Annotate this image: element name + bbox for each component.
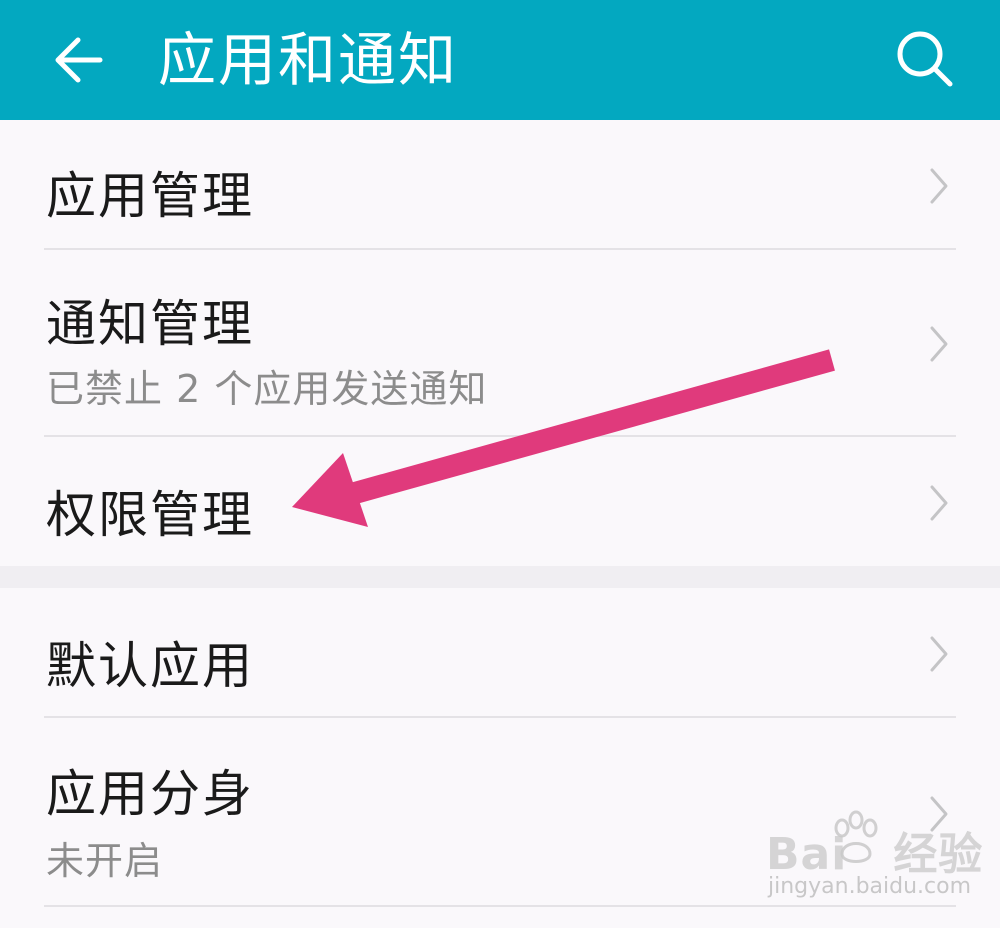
- baidu-watermark: Bai__经验 jingyan.baidu.com: [758, 810, 982, 908]
- menu-item-title: 权限管理: [46, 486, 254, 544]
- app-bar: 应用和通知: [0, 0, 1000, 120]
- menu-item-app-management[interactable]: 应用管理: [0, 120, 1000, 248]
- watermark-logo: Bai__经验: [766, 829, 984, 880]
- page-title: 应用和通知: [158, 26, 459, 94]
- menu-item-title: 默认应用: [46, 637, 254, 695]
- menu-item-title: 应用管理: [46, 167, 254, 225]
- menu-item-title: 应用分身: [46, 765, 254, 823]
- chevron-right-icon: [930, 326, 948, 362]
- chevron-right-icon: [930, 636, 948, 672]
- chevron-right-icon: [930, 485, 948, 521]
- menu-item-subtitle: 已禁止 2 个应用发送通知: [46, 367, 488, 411]
- chevron-right-icon: [930, 168, 948, 204]
- menu-item-title: 通知管理: [46, 295, 254, 353]
- watermark-url: jingyan.baidu.com: [768, 874, 972, 899]
- menu-item-notification-management[interactable]: 通知管理 已禁止 2 个应用发送通知: [0, 250, 1000, 436]
- menu-item-default-apps[interactable]: 默认应用: [0, 588, 1000, 716]
- menu-item-subtitle: 未开启: [46, 839, 164, 883]
- search-icon[interactable]: [888, 22, 964, 98]
- menu-item-permission-management[interactable]: 权限管理: [0, 437, 1000, 566]
- section-divider: [0, 566, 1000, 588]
- arrow-back-icon[interactable]: [44, 24, 116, 96]
